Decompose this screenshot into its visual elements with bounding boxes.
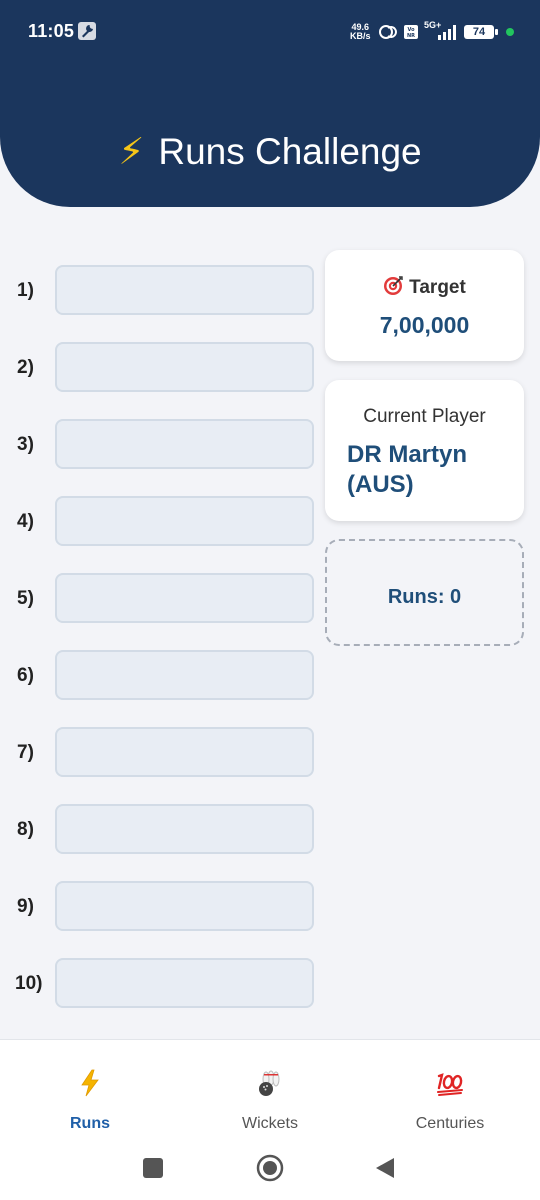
nav-tab-wickets[interactable]: Wickets bbox=[180, 1058, 360, 1148]
current-player-name: DR Martyn (AUS) bbox=[347, 441, 468, 498]
run-row-5: 5) bbox=[0, 573, 320, 623]
run-row-4: 4) bbox=[0, 496, 320, 546]
run-row-9: 9) bbox=[0, 881, 320, 931]
hundred-points-icon bbox=[437, 1073, 463, 1096]
recent-apps-icon[interactable] bbox=[142, 1157, 164, 1179]
target-value: 7,00,000 bbox=[379, 312, 470, 338]
row-label: 3) bbox=[17, 434, 34, 455]
green-dot-icon bbox=[506, 28, 514, 36]
nav-label-wickets: Wickets bbox=[242, 1115, 298, 1132]
run-row-8: 8) bbox=[0, 804, 320, 854]
run-row-10: 10) bbox=[0, 958, 320, 1008]
target-label-row: Target bbox=[325, 276, 524, 299]
nav-label-centuries: Centuries bbox=[415, 1115, 485, 1132]
run-row-1: 1) bbox=[0, 265, 320, 315]
lightning-bolt-icon: ⚡ bbox=[118, 131, 145, 172]
wrench-icon bbox=[78, 22, 96, 40]
runs-total-text: Runs: 0 bbox=[387, 586, 462, 608]
row-label: 9) bbox=[17, 896, 34, 917]
volte-icon: Vo NR bbox=[404, 25, 418, 39]
system-nav-bar bbox=[0, 1150, 540, 1186]
target-card: Target 7,00,000 bbox=[325, 250, 524, 361]
page-title: ⚡ Runs Challenge bbox=[0, 130, 540, 173]
current-player-label: Current Player bbox=[363, 406, 486, 427]
row-label: 6) bbox=[17, 665, 34, 686]
runs-total-card: Runs: 0 bbox=[325, 539, 524, 646]
signal-icon bbox=[438, 25, 456, 40]
row-label: 8) bbox=[17, 819, 34, 840]
row-label: 7) bbox=[17, 742, 34, 763]
status-bar: 11:05 49.6 KB/s Vo NR 5G+ 74 bbox=[0, 0, 540, 64]
run-input-7[interactable] bbox=[55, 727, 314, 777]
target-icon bbox=[384, 276, 403, 295]
svg-text:NR: NR bbox=[407, 33, 415, 39]
row-label: 2) bbox=[17, 357, 34, 378]
current-player-card: Current Player DR Martyn (AUS) bbox=[325, 380, 524, 521]
link-icon bbox=[379, 25, 397, 39]
home-icon[interactable] bbox=[256, 1154, 284, 1182]
run-row-6: 6) bbox=[0, 650, 320, 700]
lightning-icon bbox=[81, 1069, 99, 1097]
battery-level: 74 bbox=[472, 26, 486, 38]
run-input-2[interactable] bbox=[55, 342, 314, 392]
status-time: 11:05 bbox=[28, 21, 75, 41]
run-input-3[interactable] bbox=[55, 419, 314, 469]
run-input-10[interactable] bbox=[55, 958, 314, 1008]
page-title-text: Runs Challenge bbox=[158, 131, 422, 172]
network-speed: 49.6 KB/s bbox=[350, 23, 371, 41]
nav-label-runs: Runs bbox=[70, 1115, 110, 1132]
run-row-3: 3) bbox=[0, 419, 320, 469]
row-label: 10) bbox=[15, 973, 43, 994]
run-row-7: 7) bbox=[0, 727, 320, 777]
app-header: 11:05 49.6 KB/s Vo NR 5G+ 74 ⚡ Runs Chal… bbox=[0, 0, 540, 207]
run-input-6[interactable] bbox=[55, 650, 314, 700]
run-input-5[interactable] bbox=[55, 573, 314, 623]
run-input-4[interactable] bbox=[55, 496, 314, 546]
nav-tab-centuries[interactable]: Centuries bbox=[360, 1058, 540, 1148]
row-label: 5) bbox=[17, 588, 34, 609]
target-label: Target bbox=[409, 277, 466, 298]
status-icons: Vo NR 5G+ 74 bbox=[378, 20, 516, 43]
bowling-icon bbox=[259, 1070, 280, 1096]
run-row-2: 2) bbox=[0, 342, 320, 392]
run-input-1[interactable] bbox=[55, 265, 314, 315]
run-input-9[interactable] bbox=[55, 881, 314, 931]
row-label: 1) bbox=[17, 280, 34, 301]
back-icon[interactable] bbox=[374, 1156, 396, 1180]
nav-tab-runs[interactable]: Runs bbox=[0, 1058, 180, 1148]
battery-icon: 74 bbox=[463, 24, 499, 40]
run-input-8[interactable] bbox=[55, 804, 314, 854]
row-label: 4) bbox=[17, 511, 34, 532]
network-speed-unit: KB/s bbox=[350, 31, 371, 41]
signal-group: 5G+ bbox=[424, 20, 458, 42]
